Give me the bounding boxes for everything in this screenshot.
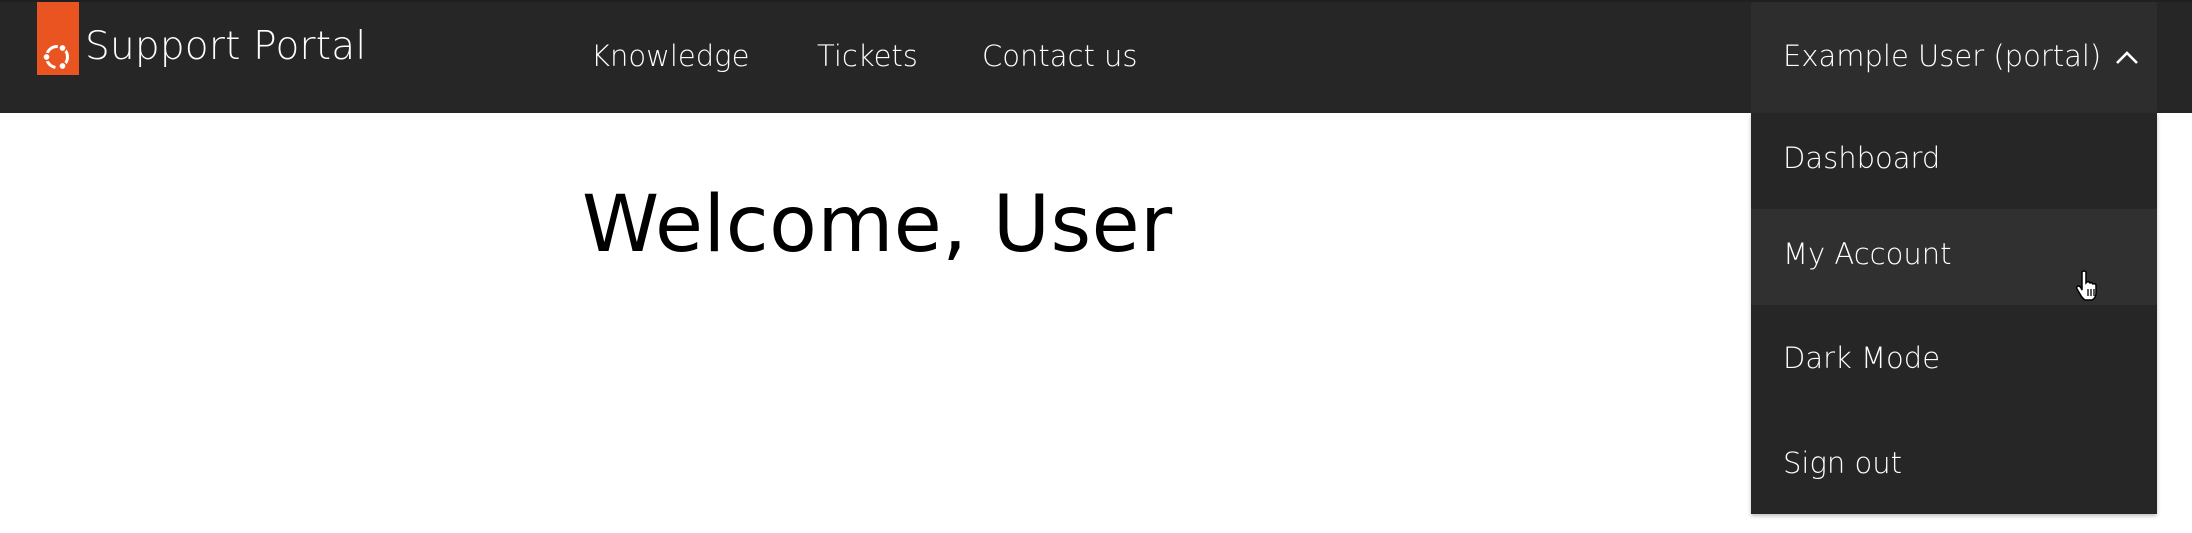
nav-link-tickets[interactable]: Tickets	[817, 39, 918, 73]
brand-name[interactable]: Support Portal	[85, 24, 366, 69]
page-title: Welcome, User	[582, 180, 1173, 270]
navbar: Support Portal Knowledge Tickets Contact…	[0, 2, 2192, 113]
circle-of-friends-icon	[42, 43, 69, 71]
menu-item-label: Dark Mode	[1783, 341, 1941, 375]
menu-item-sign-out[interactable]: Sign out	[1751, 418, 2157, 514]
nav-link-knowledge[interactable]: Knowledge	[591, 39, 749, 73]
user-dropdown-menu: Dashboard My Account Dark Mode Sign out	[1751, 113, 2157, 514]
menu-item-label: My Account	[1783, 237, 1952, 271]
menu-item-dark-mode[interactable]: Dark Mode	[1751, 313, 2157, 409]
nav-link-contact-us[interactable]: Contact us	[982, 39, 1138, 73]
menu-item-label: Dashboard	[1783, 141, 1941, 175]
user-menu-button[interactable]: Example User (portal)	[1751, 2, 2157, 113]
logo-link[interactable]	[37, 2, 79, 75]
chevron-up-icon	[2116, 51, 2138, 64]
user-menu-label: Example User (portal)	[1783, 39, 2102, 73]
menu-item-label: Sign out	[1783, 446, 1902, 480]
menu-item-dashboard[interactable]: Dashboard	[1751, 113, 2157, 209]
hand-pointer-cursor-icon	[2076, 270, 2097, 301]
